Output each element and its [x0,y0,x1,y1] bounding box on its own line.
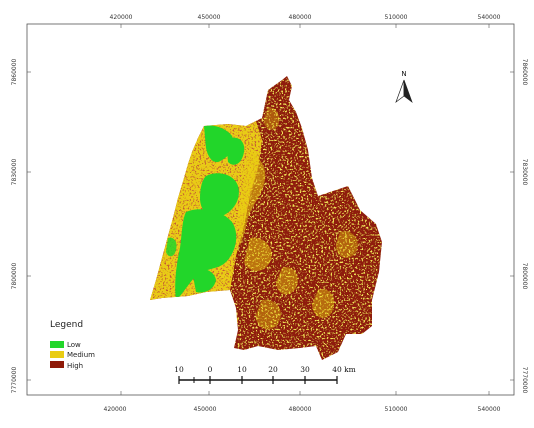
x-tick-top: 420000 [110,14,133,21]
y-tick-left: 7830000 [11,158,18,185]
y-tick-left: 7770000 [11,366,18,393]
x-tick-top: 540000 [478,14,501,21]
legend-swatch-high [50,361,64,368]
scale-label: 10 [174,365,184,374]
x-tick-top: 450000 [198,14,221,21]
x-tick-bottom: 420000 [104,406,127,413]
y-tick-right: 7800000 [521,263,528,290]
x-tick-top: 510000 [385,14,408,21]
y-tick-right: 7770000 [521,367,528,394]
y-tick-right: 7860000 [521,59,528,86]
legend-label-medium: Medium [67,351,95,359]
legend-title: Legend [50,320,83,330]
x-tick-bottom: 510000 [385,406,408,413]
scale-label: 0 [208,365,213,374]
x-tick-bottom: 480000 [289,406,312,413]
legend-swatch-low [50,341,64,348]
x-tick-bottom: 450000 [194,406,217,413]
legend-swatch-medium [50,351,64,358]
y-tick-right: 7830000 [521,159,528,186]
scale-label: 40 km [332,365,356,374]
legend-label-high: High [67,362,83,370]
scale-label: 20 [268,365,278,374]
y-tick-left: 7800000 [11,262,18,289]
legend-label-low: Low [67,341,81,349]
x-tick-bottom: 540000 [478,406,501,413]
x-tick-top: 480000 [289,14,312,21]
north-label: N [401,70,406,78]
y-tick-left: 7860000 [11,58,18,85]
map-figure: 420000 450000 480000 510000 540000 42000… [11,14,528,413]
scale-label: 30 [300,365,310,374]
scale-label: 10 [237,365,247,374]
